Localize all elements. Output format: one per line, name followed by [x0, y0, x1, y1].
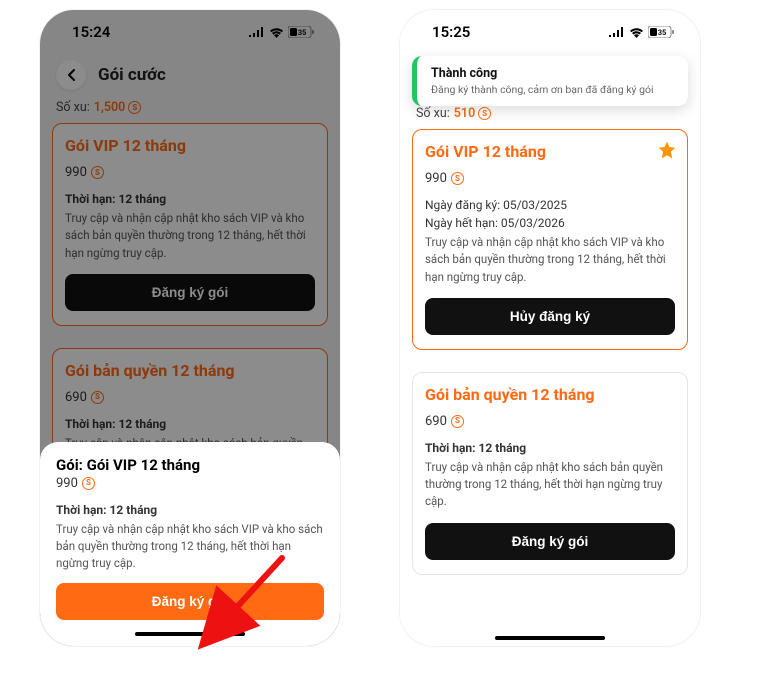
status-time: 15:25	[432, 23, 470, 41]
wifi-icon	[629, 27, 644, 38]
coin-icon: S	[451, 172, 464, 185]
coin-icon: S	[82, 477, 95, 490]
plan-reg-date: Ngày đăng ký: 05/03/2025	[425, 196, 675, 214]
balance-row: Số xu: 510 S	[400, 106, 700, 129]
sheet-term: Thời hạn: 12 tháng	[56, 501, 324, 519]
balance-label: Số xu:	[416, 106, 450, 121]
home-indicator	[495, 636, 605, 641]
star-icon	[657, 140, 677, 160]
confirm-subscribe-button[interactable]: Đăng ký gói	[56, 583, 324, 620]
toast-message: Đăng ký thành công, cảm ơn bạn đã đăng k…	[431, 83, 676, 96]
sheet-price: 990 S	[56, 476, 324, 491]
plan-title: Gói bản quyền 12 tháng	[425, 385, 675, 404]
success-toast: Thành công Đăng ký thành công, cảm ơn bạ…	[412, 56, 688, 106]
cancel-subscription-button[interactable]: Hủy đăng ký	[425, 298, 675, 335]
phone-screen-2: 15:25 35 Thành công Đăng ký thành công, …	[400, 10, 700, 646]
plan-card: Gói bản quyền 12 tháng 690 S Thời hạn: 1…	[412, 372, 688, 575]
bottom-sheet: Gói: Gói VIP 12 tháng 990 S Thời hạn: 12…	[40, 442, 340, 646]
sheet-title: Gói: Gói VIP 12 tháng	[56, 456, 324, 474]
toast-title: Thành công	[431, 66, 676, 81]
home-indicator	[135, 632, 245, 637]
plan-price: 690 S	[425, 414, 675, 429]
plan-title: Gói VIP 12 tháng	[425, 142, 675, 161]
balance-value: 510 S	[454, 106, 491, 121]
plan-price: 990 S	[425, 171, 675, 186]
svg-text:35: 35	[658, 28, 667, 37]
status-icons: 35	[609, 26, 674, 38]
sheet-desc: Truy cập và nhận cập nhật kho sách VIP v…	[56, 521, 324, 573]
status-bar: 15:25 35	[400, 10, 700, 54]
plan-desc: Truy cập và nhận cập nhật kho sách bản q…	[425, 459, 675, 511]
phone-screen-1: 15:24 35 Gói cước Số xu: 1,500 S Gói VIP	[40, 10, 340, 646]
plan-desc: Truy cập và nhận cập nhật kho sách VIP v…	[425, 234, 675, 286]
plan-exp-date: Ngày hết hạn: 05/03/2026	[425, 214, 675, 232]
signal-icon	[609, 27, 625, 37]
coin-icon: S	[478, 107, 491, 120]
plan-term: Thời hạn: 12 tháng	[425, 439, 675, 457]
battery-icon: 35	[648, 26, 674, 38]
subscribe-button[interactable]: Đăng ký gói	[425, 523, 675, 560]
plan-card-active: Gói VIP 12 tháng 990 S Ngày đăng ký: 05/…	[412, 129, 688, 350]
coin-icon: S	[451, 415, 464, 428]
